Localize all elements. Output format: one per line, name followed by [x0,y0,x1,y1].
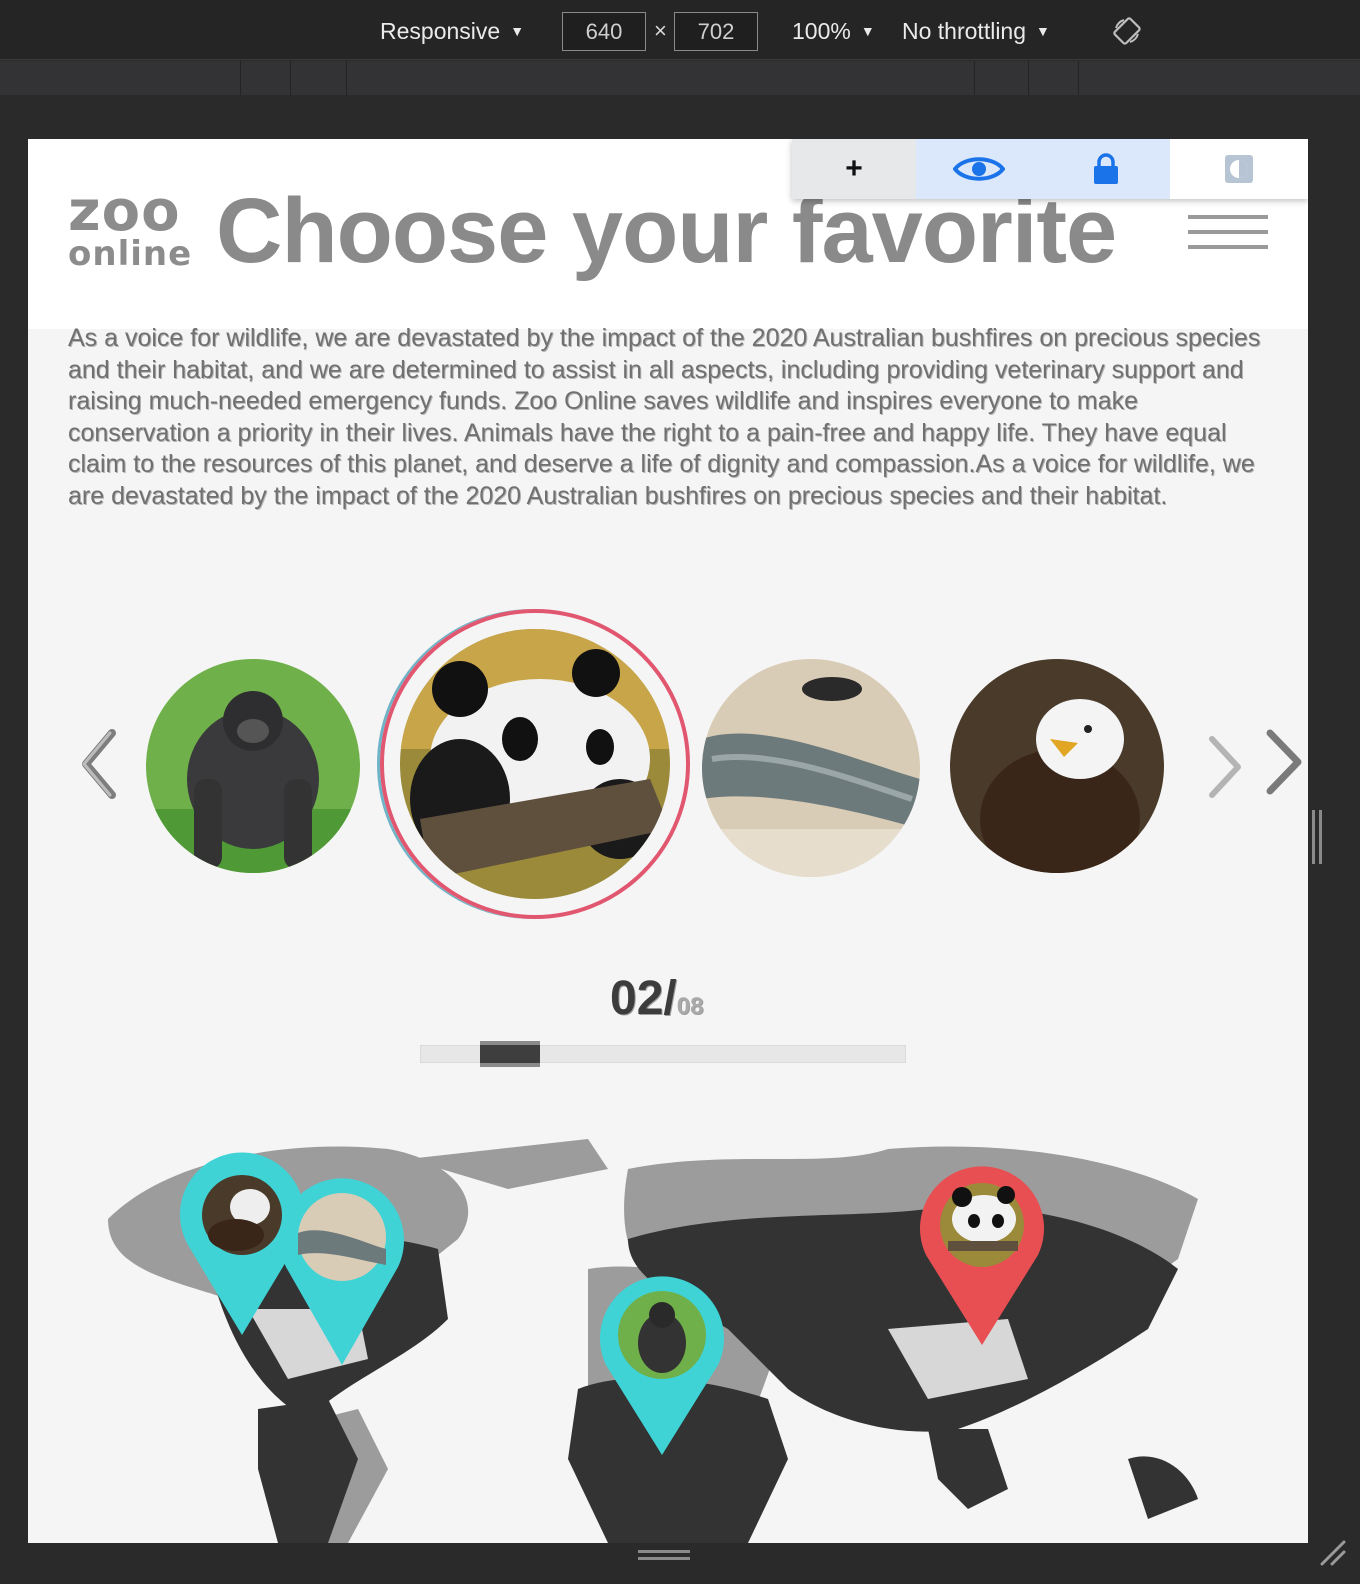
lock-icon [1094,153,1118,184]
visibility-button[interactable] [916,139,1042,199]
chevron-right-icon[interactable] [1264,729,1304,795]
logo-line1: zoo [68,179,181,244]
slide-counter: 02/08 [610,971,703,1026]
panda-image [400,629,670,899]
devtools-responsive-toolbar: Responsive ▼ 640 × 702 100% ▼ No throttlin… [0,0,1360,60]
counter-current: 02/ [610,972,677,1025]
chevron-down-icon: ▼ [860,23,875,39]
map-pin-panda[interactable] [914,1159,1050,1349]
carousel-prev-button[interactable] [78,729,118,799]
contrast-icon [1225,155,1253,183]
logo-line2: online [68,234,193,275]
device-label: Responsive [380,18,501,44]
plus-icon: + [845,152,863,185]
menu-button[interactable] [1188,215,1268,259]
map-pin-gorilla[interactable] [594,1269,730,1459]
lock-button[interactable] [1042,139,1170,199]
throttling-selector[interactable]: No throttling ▼ [902,14,1050,48]
animal-crocodile[interactable] [702,659,920,877]
width-input[interactable]: 640 [562,12,646,51]
animal-gorilla[interactable] [146,659,360,873]
chevron-down-icon: ▼ [510,23,525,39]
carousel-progress-thumb[interactable] [480,1041,540,1067]
add-button[interactable]: + [792,139,916,199]
eye-icon [953,157,1005,181]
corner-resize-icon[interactable] [1318,1538,1346,1566]
hamburger-icon [1188,215,1268,219]
zoom-selector[interactable]: 100% ▼ [792,14,875,48]
animal-eagle[interactable] [950,659,1164,873]
carousel-next-button[interactable] [1206,735,1246,799]
vertical-resize-handle[interactable] [1310,810,1324,864]
crocodile-image [702,659,920,877]
device-selector[interactable]: Responsive ▼ [380,14,524,48]
overlay-toolbar: + [792,139,1308,199]
dimension-separator: × [654,18,667,43]
map-pin-crocodile[interactable] [274,1169,410,1369]
rotate-viewport-icon[interactable] [1112,16,1142,46]
horizontal-resize-handle[interactable] [638,1548,690,1562]
eagle-image [950,659,1164,873]
gorilla-image [146,659,360,873]
site-logo[interactable]: zoo online [68,179,193,275]
emulated-viewport: zoo online Choose your favorite + As a v… [28,139,1308,1543]
animal-panda[interactable] [400,629,670,899]
media-query-ruler [0,61,1360,95]
zoom-label: 100% [792,18,851,44]
throttling-label: No throttling [902,18,1027,44]
contrast-button[interactable] [1170,139,1308,199]
chevron-down-icon: ▼ [1036,23,1050,39]
height-input[interactable]: 702 [674,12,758,51]
counter-total: 08 [676,993,704,1020]
intro-paragraph: As a voice for wildlife, we are devastat… [68,324,1261,510]
